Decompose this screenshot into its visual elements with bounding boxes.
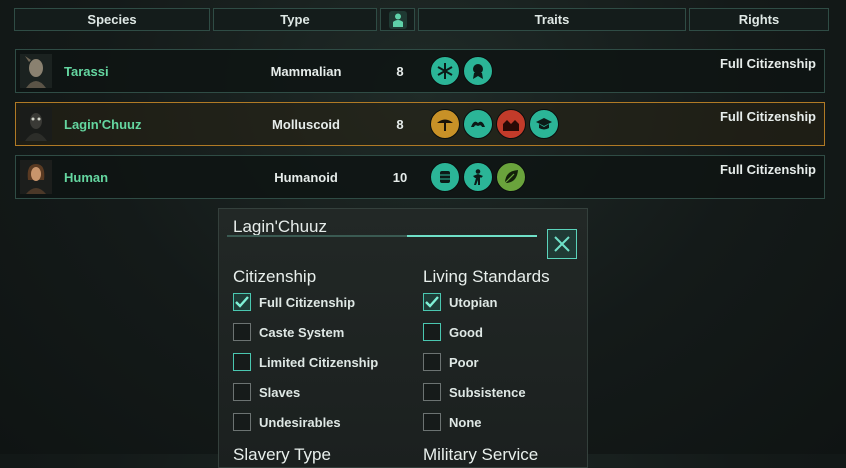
species-row-human[interactable]: Human Humanoid 10 Full Citizenship bbox=[15, 155, 825, 199]
species-count: 10 bbox=[392, 170, 408, 185]
species-row-tarassi[interactable]: Tarassi Mammalian 8 Full Citizenship bbox=[15, 49, 825, 93]
option-undesirables[interactable]: Undesirables bbox=[233, 411, 341, 433]
checkbox[interactable] bbox=[423, 323, 441, 341]
laginchuuz-portrait bbox=[20, 107, 52, 141]
header-type-label: Type bbox=[280, 12, 310, 27]
option-poor[interactable]: Poor bbox=[423, 351, 479, 373]
citizenship-title: Citizenship bbox=[233, 267, 317, 286]
checkbox[interactable] bbox=[233, 323, 251, 341]
header-traits-label: Traits bbox=[534, 12, 570, 27]
species-count: 8 bbox=[396, 117, 404, 132]
header-species-label: Species bbox=[87, 12, 137, 27]
checkbox[interactable] bbox=[423, 293, 441, 311]
header-type[interactable]: Type bbox=[213, 8, 377, 31]
military-service-title: Military Service bbox=[423, 445, 539, 464]
houses-trait-icon[interactable] bbox=[496, 109, 526, 139]
option-label: Slaves bbox=[259, 384, 301, 400]
option-label: Undesirables bbox=[259, 414, 341, 430]
living-standards-title: Living Standards bbox=[423, 267, 550, 286]
option-slaves[interactable]: Slaves bbox=[233, 381, 300, 403]
cylinder-trait-icon[interactable] bbox=[430, 162, 460, 192]
option-label: Poor bbox=[449, 354, 479, 370]
checkbox[interactable] bbox=[233, 383, 251, 401]
checkmark-icon bbox=[425, 296, 439, 308]
header-population[interactable] bbox=[380, 8, 415, 31]
option-label: Limited Citizenship bbox=[259, 354, 379, 370]
medal-trait-icon[interactable] bbox=[463, 56, 493, 86]
header-rights[interactable]: Rights bbox=[689, 8, 829, 31]
trait-list bbox=[430, 109, 559, 139]
species-name: Tarassi bbox=[64, 64, 109, 79]
checkbox[interactable] bbox=[233, 293, 251, 311]
option-label: Subsistence bbox=[449, 384, 526, 400]
species-type: Mammalian bbox=[270, 64, 342, 79]
panel-title: Lagin'Chuuz bbox=[233, 217, 327, 236]
title-divider bbox=[227, 235, 537, 237]
trait-list bbox=[430, 56, 493, 86]
tree-trait-icon[interactable] bbox=[430, 109, 460, 139]
option-label: Good bbox=[449, 324, 483, 340]
species-rights[interactable]: Full Citizenship bbox=[720, 56, 816, 71]
arms-trait-icon[interactable] bbox=[463, 109, 493, 139]
option-label: Full Citizenship bbox=[259, 294, 356, 310]
slavery-type-title: Slavery Type bbox=[233, 445, 331, 464]
checkmark-icon bbox=[235, 296, 249, 308]
option-full-citizenship[interactable]: Full Citizenship bbox=[233, 291, 355, 313]
checkbox[interactable] bbox=[233, 353, 251, 371]
species-name: Lagin'Chuuz bbox=[64, 117, 142, 132]
species-row-laginchuuz[interactable]: Lagin'Chuuz Molluscoid 8 Full Citizenshi… bbox=[15, 102, 825, 146]
option-good[interactable]: Good bbox=[423, 321, 483, 343]
species-rights[interactable]: Full Citizenship bbox=[720, 109, 816, 124]
species-name: Human bbox=[64, 170, 109, 185]
header-rights-label: Rights bbox=[738, 12, 780, 27]
runner-trait-icon[interactable] bbox=[463, 162, 493, 192]
snowflake-trait-icon[interactable] bbox=[430, 56, 460, 86]
option-limited-citizenship[interactable]: Limited Citizenship bbox=[233, 351, 378, 373]
human-portrait bbox=[20, 160, 52, 194]
option-caste-system[interactable]: Caste System bbox=[233, 321, 344, 343]
option-utopian[interactable]: Utopian bbox=[423, 291, 497, 313]
close-icon bbox=[554, 236, 570, 252]
option-subsistence[interactable]: Subsistence bbox=[423, 381, 526, 403]
checkbox[interactable] bbox=[423, 353, 441, 371]
tarassi-portrait bbox=[20, 54, 52, 88]
checkbox[interactable] bbox=[233, 413, 251, 431]
graduation-cap-trait-icon[interactable] bbox=[529, 109, 559, 139]
population-icon bbox=[388, 10, 407, 29]
header-species[interactable]: Species bbox=[14, 8, 210, 31]
option-label: Utopian bbox=[449, 294, 498, 310]
trait-list bbox=[430, 162, 526, 192]
option-none[interactable]: None bbox=[423, 411, 482, 433]
close-button[interactable] bbox=[547, 229, 577, 259]
checkbox[interactable] bbox=[423, 383, 441, 401]
header-traits[interactable]: Traits bbox=[418, 8, 686, 31]
species-count: 8 bbox=[396, 64, 404, 79]
option-label: None bbox=[449, 414, 482, 430]
species-type: Molluscoid bbox=[272, 117, 340, 132]
option-label: Caste System bbox=[259, 324, 345, 340]
checkbox[interactable] bbox=[423, 413, 441, 431]
species-rights[interactable]: Full Citizenship bbox=[720, 162, 816, 177]
species-rights-panel: Lagin'Chuuz Citizenship Living Standards… bbox=[218, 208, 588, 468]
leaf-trait-icon[interactable] bbox=[496, 162, 526, 192]
species-type: Humanoid bbox=[274, 170, 338, 185]
